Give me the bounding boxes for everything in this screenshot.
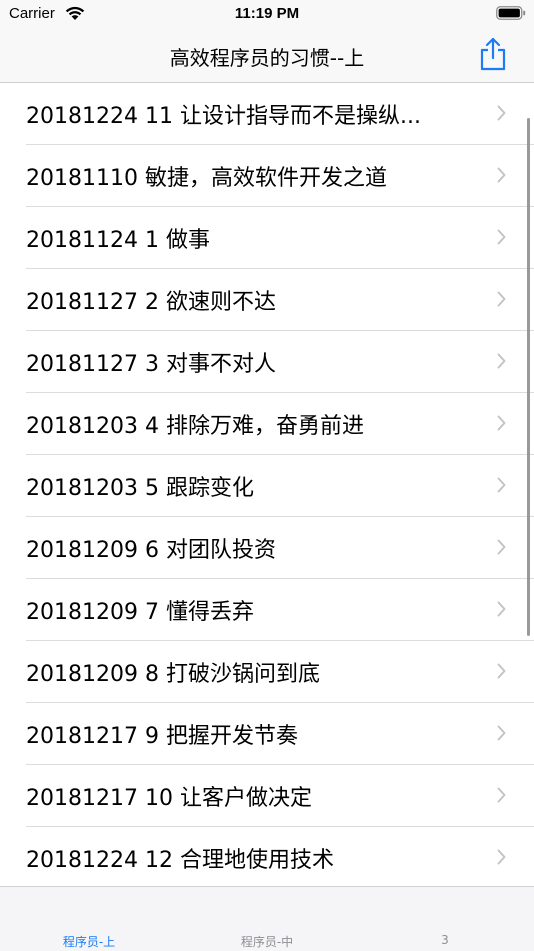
- list-item[interactable]: 20181224 12 合理地使用技术: [0, 827, 534, 886]
- list-item-label: 20181124 1 做事: [26, 228, 210, 253]
- list-item-label: 20181209 8 打破沙锅问到底: [26, 662, 320, 687]
- list-item-label: 20181110 敏捷，高效软件开发之道: [26, 166, 387, 191]
- list-item[interactable]: 20181124 1 做事: [0, 207, 534, 269]
- chevron-right-icon: [497, 105, 506, 121]
- status-time: 11:19 PM: [234, 5, 300, 22]
- scroll-indicator[interactable]: [527, 118, 530, 636]
- chevron-right-icon: [497, 415, 506, 431]
- list-item[interactable]: 20181110 敏捷，高效软件开发之道: [0, 145, 534, 207]
- list-item-label: 20181224 11 让设计指导而不是操纵...: [26, 104, 421, 129]
- chevron-right-icon: [497, 353, 506, 369]
- list-item-label: 20181209 6 对团队投资: [26, 538, 276, 563]
- chevron-right-icon: [497, 167, 506, 183]
- navigation-bar: 高效程序员的习惯--上: [0, 30, 534, 83]
- list-item-label: 20181203 4 排除万难，奋勇前进: [26, 414, 364, 439]
- list-item[interactable]: 20181217 9 把握开发节奏: [0, 703, 534, 765]
- list-item[interactable]: 20181127 2 欲速则不达: [0, 269, 534, 331]
- list-item-label: 20181224 12 合理地使用技术: [26, 848, 334, 873]
- list-item-label: 20181203 5 跟踪变化: [26, 476, 254, 501]
- list-item[interactable]: 20181209 8 打破沙锅问到底: [0, 641, 534, 703]
- chevron-right-icon: [497, 725, 506, 741]
- list-item[interactable]: 20181203 5 跟踪变化: [0, 455, 534, 517]
- chevron-right-icon: [497, 849, 506, 865]
- page-title: 高效程序员的习惯--上: [169, 46, 365, 70]
- status-bar: Carrier 11:19 PM: [0, 0, 534, 30]
- chevron-right-icon: [497, 229, 506, 245]
- chevron-right-icon: [497, 787, 506, 803]
- chevron-right-icon: [497, 539, 506, 555]
- chevron-right-icon: [497, 601, 506, 617]
- list-item[interactable]: 20181209 7 懂得丢弃: [0, 579, 534, 641]
- chevron-right-icon: [497, 663, 506, 679]
- list-item[interactable]: 20181217 10 让客户做决定: [0, 765, 534, 827]
- list-item-label: 20181127 2 欲速则不达: [26, 290, 276, 315]
- list-item-label: 20181127 3 对事不对人: [26, 352, 276, 377]
- list-item-label: 20181217 10 让客户做决定: [26, 786, 312, 811]
- list-item-label: 20181217 9 把握开发节奏: [26, 724, 298, 749]
- article-list[interactable]: 20181224 11 让设计指导而不是操纵... 20181110 敏捷，高效…: [0, 83, 534, 886]
- tab-3[interactable]: 3: [356, 933, 534, 947]
- share-icon[interactable]: [478, 36, 508, 72]
- battery-icon: [496, 6, 526, 20]
- chevron-right-icon: [497, 291, 506, 307]
- tab-programmer-1[interactable]: 程序员-上: [0, 933, 178, 950]
- list-item[interactable]: 20181127 3 对事不对人: [0, 331, 534, 393]
- list-item[interactable]: 20181224 11 让设计指导而不是操纵...: [0, 83, 534, 145]
- list-item-label: 20181209 7 懂得丢弃: [26, 600, 254, 625]
- tab-programmer-2[interactable]: 程序员-中: [178, 933, 356, 950]
- tab-bar: 程序员-上 程序员-中 3: [0, 886, 534, 951]
- list-item[interactable]: 20181203 4 排除万难，奋勇前进: [0, 393, 534, 455]
- chevron-right-icon: [497, 477, 506, 493]
- list-item[interactable]: 20181209 6 对团队投资: [0, 517, 534, 579]
